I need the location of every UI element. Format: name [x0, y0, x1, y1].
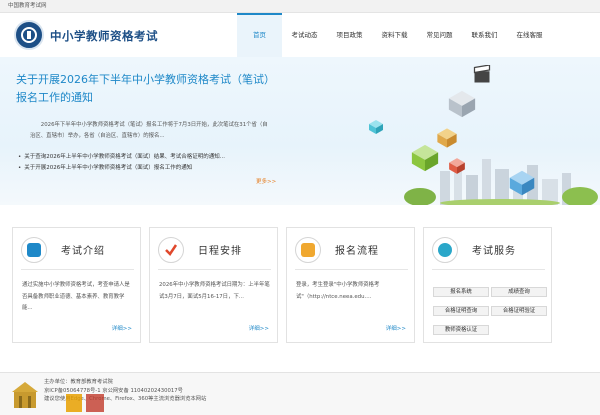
nav-policy[interactable]: 项目政策	[327, 13, 372, 57]
teacher-certification-button[interactable]: 教师资格认证	[433, 325, 489, 335]
score-query-button[interactable]: 成绩查询	[491, 287, 547, 297]
news-list: 关于查询2026年上半年中小学教师资格考试（面试）结果、考试合格证明的通知...…	[18, 152, 278, 174]
document-icon	[21, 237, 47, 263]
footer-organizer: 主办单位：教育部教育考试院	[44, 379, 113, 385]
card-text: 2026年中小学教师资格考试日期为：上半年笔试3月7日，面试5月16-17日，下…	[159, 282, 270, 300]
main-nav: 首页 考试动态 项目政策 资料下载 常见问题 联系我们 在线客服	[237, 13, 552, 57]
nav-downloads[interactable]: 资料下载	[372, 13, 417, 57]
clapperboard-icon	[473, 65, 491, 83]
form-icon	[295, 237, 321, 263]
card-divider	[158, 269, 271, 270]
card-divider	[21, 269, 134, 270]
card-text: 登录，考生登录"中小学教师资格考试"（http://ntce.neea.edu.…	[296, 282, 380, 300]
banner-description: 2026年下半年中小学教师资格考试（笔试）报名工作将于7月3日开始，此次笔试在3…	[30, 122, 268, 139]
certificate-query-button[interactable]: 合格证明查询	[433, 306, 489, 316]
news-item-link[interactable]: 关于查询2026年上半年中小学教师资格考试（面试）结果、考试合格证明的通知...	[18, 152, 278, 163]
registration-system-button[interactable]: 报名系统	[433, 287, 489, 297]
card-detail-link[interactable]: 详细>>	[112, 324, 132, 332]
card-title[interactable]: 报名流程	[335, 242, 379, 257]
site-title[interactable]: 中小学教师资格考试	[50, 28, 158, 44]
card-title[interactable]: 考试服务	[472, 242, 516, 257]
top-bar: 中国教育考试网	[0, 0, 600, 13]
card-detail-link[interactable]: 详细>>	[249, 324, 269, 332]
certificate-verify-button[interactable]: 合格证明验证	[491, 306, 547, 316]
hero-banner: 关于开展2026年下半年中小学教师资格考试（笔试）报名工作的通知 2026年下半…	[0, 57, 600, 205]
news-item-link[interactable]: 关于开展2026年上半年中小学教师资格考试（面试）报名工作的通知	[18, 163, 278, 174]
banner-more-link[interactable]: 更多>>	[256, 177, 276, 185]
card-registration-process: 报名流程 登录，考生登录"中小学教师资格考试"（http://ntce.neea…	[286, 227, 415, 343]
card-text: 通过实施中小学教师资格考试，考查申请人是否具备教师职业道德、基本素养、教育教学能…	[22, 282, 130, 311]
headset-icon	[432, 237, 458, 263]
top-bar-text: 中国教育考试网	[8, 3, 47, 9]
nav-contact[interactable]: 联系我们	[462, 13, 507, 57]
header: 中小学教师资格考试 首页 考试动态 项目政策 资料下载 常见问题 联系我们 在线…	[0, 13, 600, 57]
cube-red-icon	[449, 158, 465, 174]
nav-home[interactable]: 首页	[237, 13, 282, 57]
card-divider	[295, 269, 408, 270]
card-divider	[432, 269, 545, 270]
cube-photo-icon	[437, 128, 457, 148]
cube-blue-icon	[509, 170, 535, 196]
card-exam-intro: 考试介绍 通过实施中小学教师资格考试，考查申请人是否具备教师职业道德、基本素养、…	[12, 227, 141, 343]
card-exam-services: 考试服务 报名系统 成绩查询 合格证明查询 合格证明验证 教师资格认证	[423, 227, 552, 343]
card-schedule: 日程安排 2026年中小学教师资格考试日期为：上半年笔试3月7日，面试5月16-…	[149, 227, 278, 343]
nav-exam-news[interactable]: 考试动态	[282, 13, 327, 57]
cube-gray-icon	[448, 90, 476, 118]
nav-faq[interactable]: 常见问题	[417, 13, 462, 57]
site-logo[interactable]	[14, 20, 44, 50]
footer-emblem-icon	[12, 382, 38, 408]
card-detail-link[interactable]: 详细>>	[386, 324, 406, 332]
checkmark-icon	[158, 237, 184, 263]
card-title[interactable]: 日程安排	[198, 242, 242, 257]
service-cards: 考试介绍 通过实施中小学教师资格考试，考查申请人是否具备教师职业道德、基本素养、…	[12, 227, 590, 343]
banner-headline-link[interactable]: 关于开展2026年下半年中小学教师资格考试（笔试）报名工作的通知	[16, 71, 276, 107]
card-title[interactable]: 考试介绍	[61, 242, 105, 257]
watermark-logo-icon	[66, 394, 104, 412]
nav-online-service[interactable]: 在线客服	[507, 13, 552, 57]
cube-cyan-icon	[369, 120, 383, 134]
logo-torch-icon	[27, 31, 31, 39]
